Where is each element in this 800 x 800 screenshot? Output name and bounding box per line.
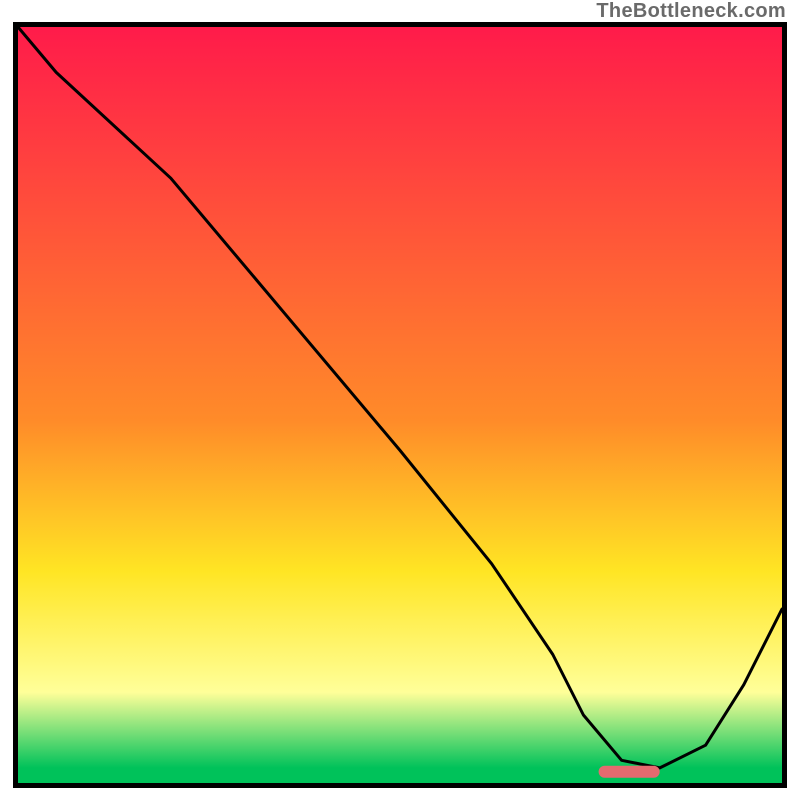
optimal-range-marker bbox=[599, 766, 660, 778]
watermark-text: TheBottleneck.com bbox=[596, 0, 786, 23]
bottleneck-chart bbox=[18, 27, 782, 783]
plot-background bbox=[18, 27, 782, 783]
